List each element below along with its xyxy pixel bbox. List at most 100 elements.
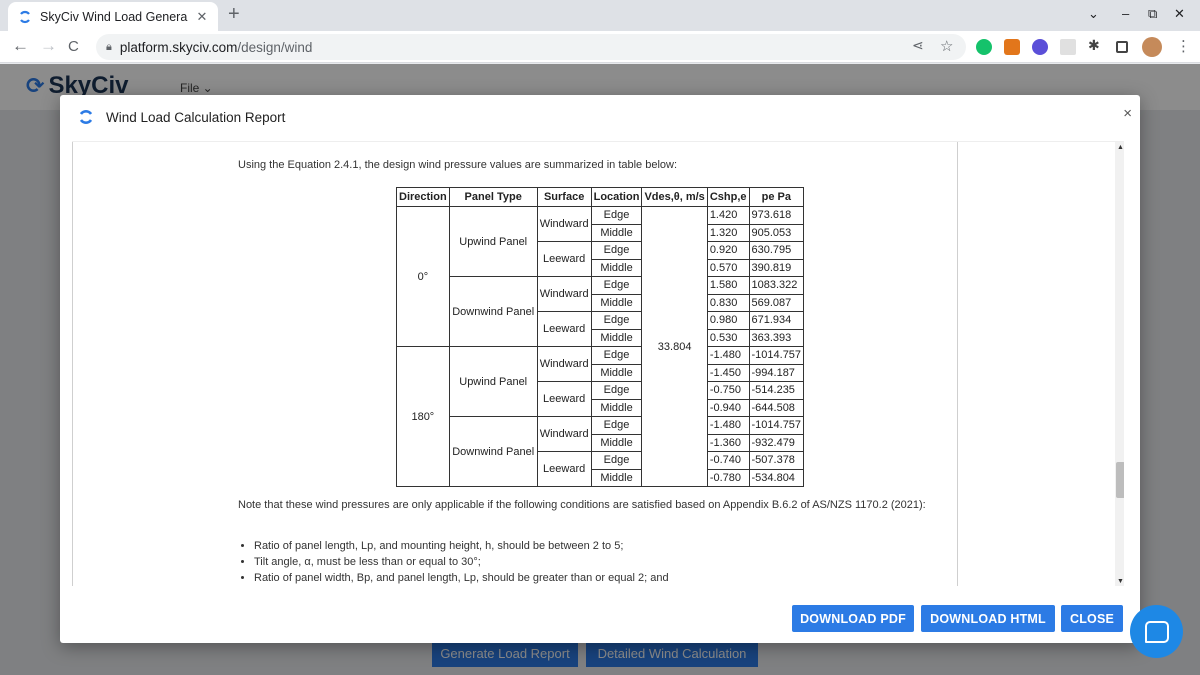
pressure-cell: -994.187 <box>748 363 805 382</box>
pressure-cell: 363.393 <box>748 328 805 347</box>
pressure-cell: 390.819 <box>748 258 805 277</box>
browser-tab[interactable]: SkyCiv Wind Load Genera ✕ <box>8 2 218 31</box>
velocity-cell: 33.804 <box>641 206 708 487</box>
direction-cell: 0° <box>396 206 450 347</box>
reload-button[interactable]: C <box>68 38 79 55</box>
table-row: Downwind Panel Windward Edge 1.580 1083.… <box>397 276 805 347</box>
pressure-cell: 630.795 <box>748 241 805 260</box>
pressure-cell: -932.479 <box>748 433 805 452</box>
profile-avatar[interactable] <box>1142 37 1162 57</box>
browser-tabbar: SkyCiv Wind Load Genera ✕ + ⌄ – ⧉ ✕ <box>0 0 1200 31</box>
chat-icon <box>1144 620 1169 643</box>
close-button[interactable]: CLOSE <box>1061 605 1123 632</box>
direction-cell: 180° <box>396 346 450 487</box>
wind-pressure-table: Direction Panel Type Surface Location Vd… <box>396 187 805 487</box>
download-html-button[interactable]: DOWNLOAD HTML <box>921 605 1055 632</box>
back-button[interactable]: ← <box>12 36 29 56</box>
modal-footer: DOWNLOAD PDF DOWNLOAD HTML CLOSE <box>60 600 1140 643</box>
grammarly-extension-icon[interactable] <box>976 39 992 55</box>
bookmark-star-icon[interactable]: ☆ <box>940 37 953 55</box>
header-location: Location <box>590 187 643 207</box>
pressure-cell: -1014.757 <box>748 416 805 435</box>
panel-type-cell: Downwind Panel <box>448 416 538 487</box>
scroll-down-icon[interactable]: ▼ <box>1117 578 1124 585</box>
scrollbar-thumb[interactable] <box>1116 462 1124 498</box>
extension-icon[interactable] <box>1032 39 1048 55</box>
conditions-list: Ratio of panel length, Lp, and mounting … <box>238 538 669 586</box>
pressure-cell: 671.934 <box>748 311 805 330</box>
condition-item: Ratio of panel width, Bp, and panel leng… <box>254 570 669 586</box>
location-cell: Edge <box>590 206 643 225</box>
restore-button[interactable]: ⧉ <box>1148 6 1157 22</box>
surface-cell: Leeward <box>536 451 592 487</box>
pressure-cell: -1014.757 <box>748 346 805 365</box>
address-bar[interactable]: 🔒︎ platform.skyciv.com/design/wind <box>96 34 966 60</box>
shape-factor-cell: -0.740 <box>706 451 750 470</box>
shape-factor-cell: 1.320 <box>706 223 750 242</box>
surface-cell: Leeward <box>536 311 592 347</box>
pressure-cell: -514.235 <box>748 381 805 400</box>
header-velocity: Vdes,θ, m/s <box>641 187 708 207</box>
location-cell: Edge <box>590 241 643 260</box>
metamask-extension-icon[interactable] <box>1004 39 1020 55</box>
side-panel-icon[interactable] <box>1116 41 1128 53</box>
tab-search-icon[interactable]: ⌄ <box>1088 6 1099 22</box>
location-cell: Edge <box>590 381 643 400</box>
pressure-cell: 973.618 <box>748 206 805 225</box>
condition-item: Tilt angle, α, must be less than or equa… <box>254 554 669 570</box>
lock-icon: 🔒︎ <box>106 40 112 53</box>
window-close-button[interactable]: ✕ <box>1174 6 1185 22</box>
surface-cell: Windward <box>536 206 592 242</box>
share-icon[interactable]: ⋖ <box>912 37 924 54</box>
shape-factor-cell: 0.570 <box>706 258 750 277</box>
shape-factor-cell: -0.750 <box>706 381 750 400</box>
shape-factor-cell: -1.480 <box>706 346 750 365</box>
chat-support-button[interactable] <box>1130 605 1183 658</box>
shape-factor-cell: 1.580 <box>706 276 750 295</box>
location-cell: Edge <box>590 346 643 365</box>
header-panel-type: Panel Type <box>448 187 538 207</box>
table-header-row: Direction Panel Type Surface Location Vd… <box>396 187 805 207</box>
modal-header: Wind Load Calculation Report <box>60 95 1140 139</box>
shape-factor-cell: -0.780 <box>706 468 750 487</box>
surface-cell: Leeward <box>536 241 592 277</box>
shape-factor-cell: -1.360 <box>706 433 750 452</box>
shape-factor-cell: 0.830 <box>706 293 750 312</box>
new-tab-button[interactable]: + <box>228 3 240 26</box>
shape-factor-cell: 1.420 <box>706 206 750 225</box>
table-row: 0° Upwind Panel Windward Edge 33.804 1.4… <box>396 206 805 487</box>
surface-cell: Windward <box>536 276 592 312</box>
surface-cell: Leeward <box>536 381 592 417</box>
report-frame[interactable]: Using the Equation 2.4.1, the design win… <box>72 141 1124 586</box>
location-cell: Edge <box>590 311 643 330</box>
table-row: Downwind Panel Windward Edge -1.480 -101… <box>397 416 805 487</box>
shape-factor-cell: 0.920 <box>706 241 750 260</box>
report-document: Using the Equation 2.4.1, the design win… <box>72 142 958 586</box>
pressure-cell: 905.053 <box>748 223 805 242</box>
modal-close-icon[interactable]: × <box>1123 105 1132 122</box>
url-path: /design/wind <box>237 39 313 55</box>
tab-title: SkyCiv Wind Load Genera <box>40 9 188 24</box>
location-cell: Middle <box>590 293 643 312</box>
shape-factor-cell: -0.940 <box>706 398 750 417</box>
header-direction: Direction <box>396 187 450 207</box>
panel-type-cell: Upwind Panel <box>448 346 538 417</box>
scroll-up-icon[interactable]: ▲ <box>1117 144 1124 151</box>
location-cell: Middle <box>590 223 643 242</box>
minimize-button[interactable]: – <box>1122 6 1129 21</box>
header-shape-factor: Cshp,e <box>706 187 750 207</box>
table-row: 180° Upwind Panel Windward Edge -1.480 -… <box>396 346 805 487</box>
download-pdf-button[interactable]: DOWNLOAD PDF <box>792 605 914 632</box>
extension-blank-icon[interactable] <box>1060 39 1076 55</box>
tab-close-icon[interactable]: ✕ <box>194 9 210 25</box>
shape-factor-cell: -1.480 <box>706 416 750 435</box>
forward-button[interactable]: → <box>40 36 57 56</box>
extensions-puzzle-icon[interactable]: ✱ <box>1088 37 1100 54</box>
header-pressure: pe Pa <box>748 187 805 207</box>
browser-toolbar: ← → C 🔒︎ platform.skyciv.com/design/wind… <box>0 31 1200 63</box>
report-scrollbar[interactable]: ▲ ▼ <box>1115 142 1124 586</box>
surface-cell: Windward <box>536 346 592 382</box>
conditions-note: Note that these wind pressures are only … <box>238 499 926 511</box>
browser-menu-icon[interactable]: ⋮ <box>1176 37 1191 55</box>
pressure-cell: -507.378 <box>748 451 805 470</box>
